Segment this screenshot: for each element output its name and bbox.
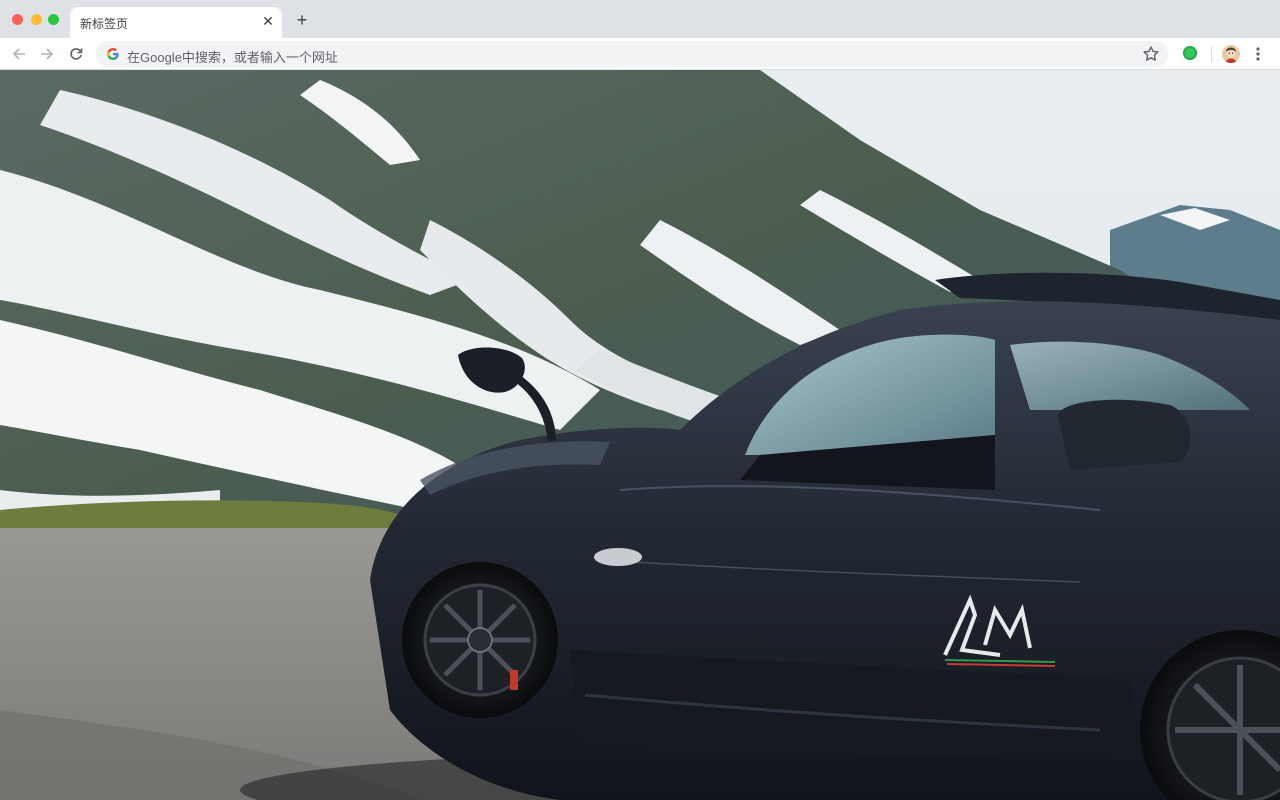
arrow-right-icon[interactable] (37, 44, 57, 64)
arrow-left-icon[interactable] (9, 44, 29, 64)
kebab-menu-icon[interactable] (1253, 45, 1263, 63)
tab-close-icon[interactable]: ✕ (260, 13, 276, 29)
window-maximize-button[interactable] (48, 14, 59, 25)
car-mountain-photo (0, 70, 1280, 800)
google-g-icon (106, 47, 119, 61)
avatar[interactable] (1222, 45, 1240, 63)
toolbar-divider (1211, 46, 1212, 62)
new-tab-wallpaper (0, 70, 1280, 800)
new-tab-button[interactable]: + (293, 11, 311, 29)
omnibox[interactable]: 在Google中搜索，或者输入一个网址 (96, 41, 1168, 67)
browser-toolbar: 在Google中搜索，或者输入一个网址 (0, 38, 1280, 70)
window-minimize-button[interactable] (31, 14, 42, 25)
green-circle-icon[interactable] (1183, 46, 1197, 60)
star-icon[interactable] (1142, 45, 1160, 63)
tab-strip: 新标签页 ✕ + (0, 0, 1280, 38)
window-close-button[interactable] (12, 14, 23, 25)
omnibox-placeholder: 在Google中搜索，或者输入一个网址 (127, 50, 338, 65)
tab-title: 新标签页 (80, 17, 129, 31)
tab-new-tab[interactable]: 新标签页 ✕ (70, 7, 282, 38)
reload-icon[interactable] (66, 44, 86, 64)
